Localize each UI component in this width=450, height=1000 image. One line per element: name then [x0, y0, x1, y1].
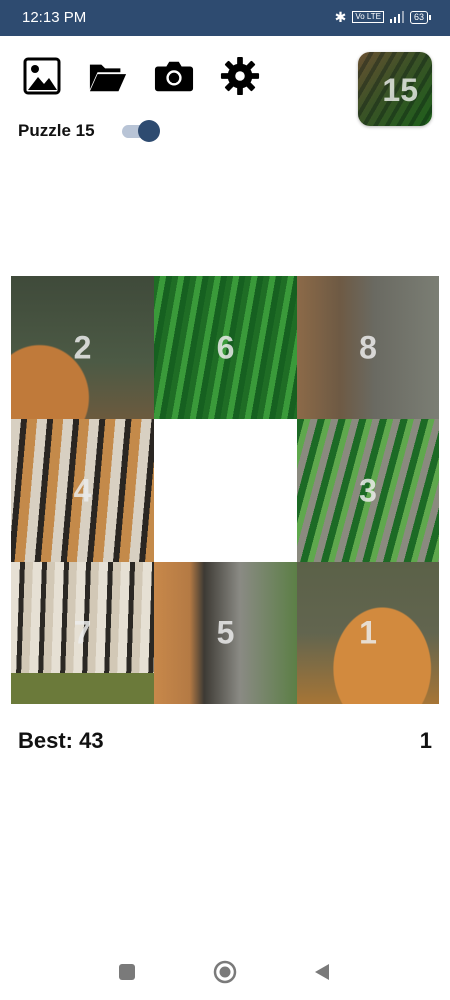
tile-number: 1 — [359, 614, 377, 651]
image-icon[interactable] — [22, 56, 62, 96]
bluetooth-icon: ✱ — [334, 9, 347, 25]
volte-icon: Vo LTE — [352, 11, 384, 23]
tile-6[interactable]: 6 — [154, 276, 297, 419]
gear-icon[interactable] — [220, 56, 260, 96]
tile-number: 8 — [359, 329, 377, 365]
mode-toggle[interactable] — [120, 120, 160, 142]
thumbnail-label: 15 — [382, 72, 418, 108]
tile-number: 5 — [216, 614, 235, 651]
status-time: 12:13 PM — [22, 9, 87, 26]
toolbar — [22, 56, 260, 96]
toggle-knob — [138, 120, 160, 142]
tile-4[interactable]: 4 — [11, 419, 154, 562]
tile-5[interactable]: 5 — [154, 562, 297, 704]
recent-apps-icon[interactable] — [113, 958, 141, 986]
tile-number: 3 — [359, 472, 377, 508]
tile-8[interactable]: 8 — [297, 276, 439, 419]
move-counter: 1 — [419, 728, 432, 753]
system-nav-bar — [0, 944, 450, 1000]
status-icons: ✱ Vo LTE 63 — [334, 9, 432, 25]
tile-3[interactable]: 3 — [297, 419, 439, 562]
tile-number: 2 — [73, 329, 92, 365]
tile-7[interactable]: 7 — [11, 562, 154, 704]
tile-number: 6 — [216, 329, 235, 365]
tile-number: 7 — [73, 614, 92, 651]
puzzle-thumbnail[interactable]: 15 — [358, 52, 432, 126]
battery-icon: 63 — [409, 10, 432, 24]
tile-2[interactable]: 2 — [11, 276, 154, 419]
mode-label: Puzzle 15 — [18, 121, 95, 140]
tile-1[interactable]: 1 — [297, 562, 439, 704]
back-icon[interactable] — [308, 958, 336, 986]
empty-slot — [154, 419, 297, 562]
status-bar: 12:13 PM ✱ Vo LTE 63 — [0, 0, 450, 36]
camera-icon[interactable] — [154, 56, 194, 96]
signal-icon — [389, 11, 404, 23]
home-icon[interactable] — [211, 958, 239, 986]
folder-open-icon[interactable] — [88, 56, 128, 96]
puzzle-board: 2 6 8 4 3 7 5 1 — [11, 276, 439, 704]
tile-number: 4 — [73, 472, 92, 508]
best-score: Best: 43 — [18, 728, 104, 753]
